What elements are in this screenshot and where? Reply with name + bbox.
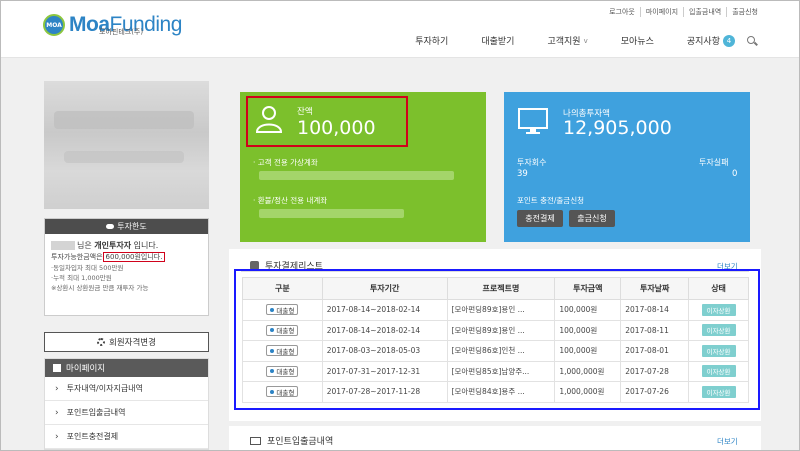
cloud-icon: [106, 224, 115, 229]
limit-title: 투자한도: [117, 222, 147, 231]
nav-support[interactable]: 고객지원 v: [547, 34, 588, 48]
limit-amount-line: 투자가능한금액은 600,000원입니다.: [51, 252, 202, 263]
withdraw-link[interactable]: 출금신청: [726, 7, 763, 17]
monitor-icon: [518, 108, 548, 134]
limit-header: 투자한도: [45, 219, 208, 234]
nav-news-label: 모아뉴스: [620, 37, 654, 47]
search-icon[interactable]: [747, 35, 757, 46]
sidebar-item-label: 포인트충전결제: [66, 432, 119, 441]
total-value: 12,905,000: [563, 117, 672, 139]
logo-subtitle: 모아핀테크(주): [99, 28, 144, 36]
sidebar-item-label: 포인트입출금내역: [66, 408, 126, 417]
credit-card-icon: [250, 436, 261, 445]
chevron-right-icon: ›: [55, 407, 59, 418]
limit-prefix: 투자가능한금액은: [51, 253, 103, 261]
member-change-button[interactable]: 회원자격변경: [44, 332, 209, 352]
profile-image: [44, 81, 209, 209]
mypage-menu: 마이페이지 › 투자내역/이자지급내역 › 포인트입출금내역 › 포인트충전결제: [44, 358, 209, 450]
investor-type: 개인투자자: [94, 241, 132, 250]
sidebar-item-point-history[interactable]: › 포인트입출금내역: [45, 401, 208, 425]
blurred-region: [54, 111, 194, 129]
investment-fail-label: 투자실패: [699, 158, 729, 167]
investment-limit-box: 투자한도 님은 개인투자자 입니다. 투자가능한금액은 600,000원입니다. …: [44, 218, 209, 316]
logout-link[interactable]: 로그아웃: [604, 7, 640, 17]
chevron-down-icon: v: [583, 36, 588, 45]
investor-tail: 입니다.: [133, 241, 159, 250]
investment-fail-value: 0: [732, 169, 738, 179]
virtual-account-label: · 고객 전용 가상계좌: [253, 158, 318, 167]
investment-count-label: 투자회수: [517, 158, 547, 167]
chevron-right-icon: ›: [55, 431, 59, 442]
point-history-label: 포인트입출금내역: [267, 437, 334, 447]
investor-suffix: 님은: [77, 241, 92, 250]
blurred-name: [51, 241, 75, 250]
charge-button[interactable]: 충전결제: [517, 210, 563, 227]
member-change-label: 회원자격변경: [109, 338, 156, 348]
transactions-link[interactable]: 입출금내역: [683, 7, 726, 17]
limit-note: ※상환시 상환원금 만큼 재투자 가능: [51, 284, 149, 292]
points-more-link[interactable]: 더보기: [717, 436, 738, 447]
blurred-account: [259, 209, 404, 218]
chevron-right-icon: ›: [55, 383, 59, 394]
blurred-account: [259, 171, 454, 180]
nav-invest-label: 투자하기: [415, 37, 449, 47]
utility-links: 로그아웃 마이페이지 입출금내역 출금신청: [604, 7, 763, 17]
nav-invest[interactable]: 투자하기: [415, 34, 448, 47]
mypage-link[interactable]: 마이페이지: [639, 7, 683, 17]
nav-support-label: 고객지원: [547, 37, 581, 47]
limit-note: ·누적 최대 1,000만원: [51, 274, 112, 282]
investment-count-value: 39: [517, 169, 528, 179]
point-history-title: 포인트입출금내역: [250, 434, 333, 447]
withdraw-button[interactable]: 출금신청: [569, 210, 615, 227]
nav-loan-label: 대출받기: [481, 37, 515, 47]
blurred-region: [64, 151, 184, 163]
investor-type-line: 님은 개인투자자 입니다.: [51, 239, 202, 252]
sidebar-item-point-charge[interactable]: › 포인트충전결제: [45, 425, 208, 449]
menu-icon: [53, 364, 61, 372]
refund-account-label: · 환불/정산 전용 내계좌: [253, 196, 328, 205]
mypage-menu-header: 마이페이지: [45, 359, 208, 377]
limit-body: 님은 개인투자자 입니다. 투자가능한금액은 600,000원입니다. ·동일차입…: [45, 234, 208, 298]
limit-note: ·동일차입자 최대 500만원: [51, 264, 124, 272]
nav-loan[interactable]: 대출받기: [481, 34, 514, 47]
menu-title: 마이페이지: [66, 364, 106, 374]
investment-table-highlight: [234, 269, 760, 410]
gear-icon: [97, 338, 106, 346]
point-section-label: 포인트 충전/출금신청: [517, 196, 585, 205]
sidebar-item-investments[interactable]: › 투자내역/이자지급내역: [45, 377, 208, 401]
logo-mark: MOA: [43, 14, 65, 36]
nav-news[interactable]: 모아뉴스: [621, 34, 654, 47]
balance-highlight: [246, 96, 408, 147]
app-window: MOA MoaFunding 모아핀테크(주) 로그아웃 마이페이지 입출금내역…: [0, 0, 800, 451]
limit-amount: 600,000원입니다.: [102, 252, 166, 262]
main-nav: 투자하기 대출받기 고객지원 v 모아뉴스 공지사항 4: [382, 34, 757, 47]
sidebar-item-label: 투자내역/이자지급내역: [66, 384, 143, 393]
nav-notice-label: 공지사항: [686, 37, 720, 47]
notice-count-badge: 4: [723, 34, 735, 47]
nav-notice[interactable]: 공지사항 4: [687, 34, 735, 47]
